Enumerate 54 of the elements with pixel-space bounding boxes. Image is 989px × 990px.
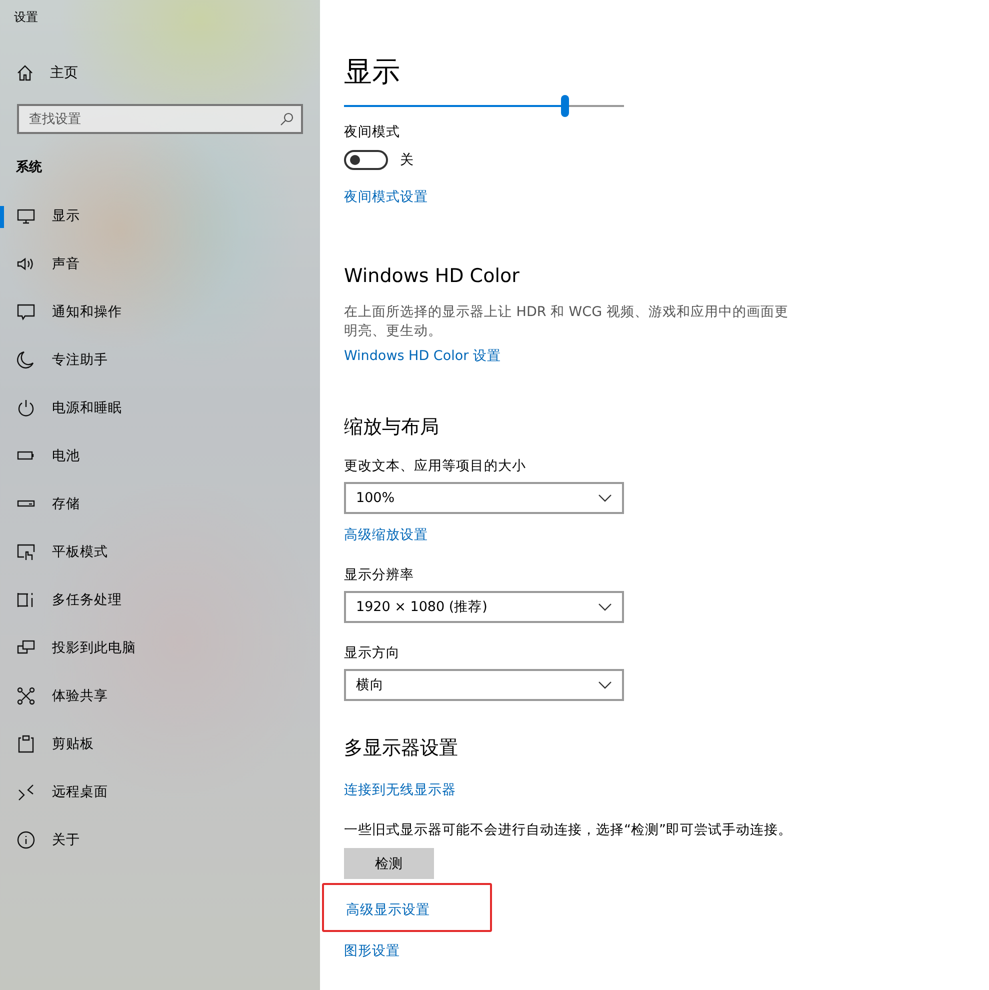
sidebar-item[interactable]: 通知和操作 xyxy=(0,288,320,336)
moon-icon xyxy=(16,350,36,370)
home-item[interactable]: 主页 xyxy=(0,48,320,98)
share-icon xyxy=(16,686,36,706)
tablet-icon xyxy=(16,542,36,562)
chevron-icon xyxy=(598,603,612,611)
advanced-display-link[interactable]: 高级显示设置 xyxy=(346,902,430,918)
dropdown[interactable]: 100% xyxy=(344,482,624,514)
sidebar-item[interactable]: 剪贴板 xyxy=(0,720,320,768)
description-text: 一些旧式显示器可能不会进行自动连接，选择“检测”即可尝试手动连接。 xyxy=(344,821,793,840)
home-icon xyxy=(16,64,34,82)
description-text: 在上面所选择的显示器上让 HDR 和 WCG 视频、游戏和应用中的画面更明亮、更生动。 xyxy=(344,303,790,341)
search-icon xyxy=(280,112,294,126)
scaling-link[interactable]: 高级缩放设置 xyxy=(344,527,428,543)
sidebar-item[interactable]: 体验共享 xyxy=(0,672,320,720)
field-label: 显示方向 xyxy=(344,644,401,663)
sidebar-item[interactable]: 专注助手 xyxy=(0,336,320,384)
chevron-icon xyxy=(598,494,612,502)
sidebar-item[interactable]: 存储 xyxy=(0,480,320,528)
night-mode-toggle[interactable] xyxy=(344,150,388,170)
section-heading: Windows HD Color xyxy=(344,264,520,289)
dropdown[interactable]: 横向 xyxy=(344,669,624,701)
hd-color-link[interactable]: Windows HD Color 设置 xyxy=(344,348,501,364)
sidebar-item[interactable]: 平板模式 xyxy=(0,528,320,576)
toggle-state: 关 xyxy=(400,151,414,170)
window-title: 设置 xyxy=(13,9,39,26)
sidebar-item[interactable]: 多任务处理 xyxy=(0,576,320,624)
sidebar-item[interactable]: 投影到此电脑 xyxy=(0,624,320,672)
sidebar-item[interactable]: 关于 xyxy=(0,816,320,864)
sidebar-item[interactable]: 声音 xyxy=(0,240,320,288)
section-heading: 缩放与布局 xyxy=(344,415,440,440)
sidebar-item[interactable]: 远程桌面 xyxy=(0,768,320,816)
remote-icon xyxy=(16,782,36,802)
sidebar-item[interactable]: 显示 xyxy=(0,192,320,240)
section-label: 系统 xyxy=(15,158,43,177)
info-icon xyxy=(16,830,36,850)
detect-button[interactable]: 检测 xyxy=(344,848,434,879)
night-mode-link[interactable]: 夜间模式设置 xyxy=(344,189,428,205)
night-mode-label: 夜间模式 xyxy=(344,123,401,142)
message-icon xyxy=(16,302,36,322)
power-icon xyxy=(16,398,36,418)
clipboard-icon xyxy=(16,734,36,754)
wireless-display-link[interactable]: 连接到无线显示器 xyxy=(344,782,456,798)
field-label: 更改文本、应用等项目的大小 xyxy=(344,457,527,476)
graphics-settings-link[interactable]: 图形设置 xyxy=(344,943,400,959)
brightness-slider[interactable] xyxy=(344,94,624,118)
page-title: 显示 xyxy=(344,54,401,90)
field-label: 显示分辨率 xyxy=(344,566,415,585)
sidebar-item[interactable]: 电源和睡眠 xyxy=(0,384,320,432)
chevron-icon xyxy=(598,681,612,689)
search-field[interactable]: 查找设置 xyxy=(17,104,303,134)
sidebar-item[interactable]: 电池 xyxy=(0,432,320,480)
dropdown[interactable]: 1920 × 1080 (推荐) xyxy=(344,591,624,623)
section-heading: 多显示器设置 xyxy=(344,736,459,761)
